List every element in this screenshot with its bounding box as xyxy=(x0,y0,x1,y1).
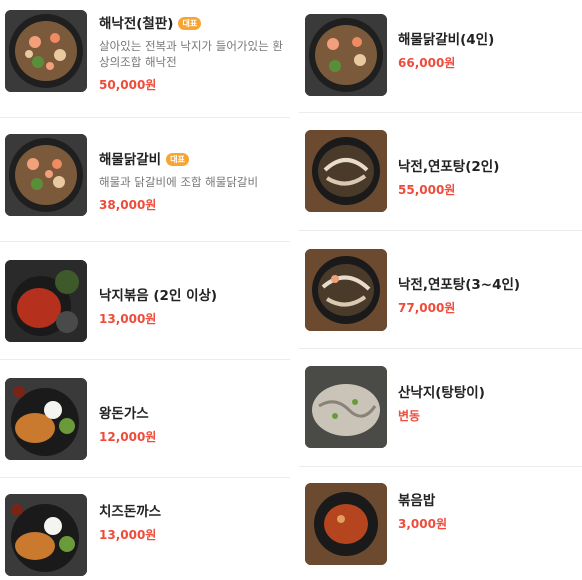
menu-item[interactable]: 산낙지(탕탕이) 변동 xyxy=(299,349,582,467)
menu-photo xyxy=(5,494,87,576)
menu-item-name: 낙전,연포탕(3~4인) xyxy=(398,277,521,293)
menu-item-description: 해물과 닭갈비에 조합 해물닭갈비 xyxy=(99,175,259,189)
menu-item-price: 55,000원 xyxy=(398,183,456,197)
menu-item[interactable]: 볶음밥 3,000원 xyxy=(299,467,582,580)
menu-item-price: 66,000원 xyxy=(398,56,456,70)
menu-item-name: 해물닭갈비 xyxy=(99,152,162,168)
menu-item-name: 낙지볶음 (2인 이상) xyxy=(99,288,218,304)
menu-photo xyxy=(5,134,87,216)
menu-photo xyxy=(305,14,387,96)
menu-item[interactable]: 낙전,연포탕(3~4인) 77,000원 xyxy=(299,231,582,349)
menu-item[interactable]: 왕돈가스 12,000원 xyxy=(0,360,290,478)
menu-photo xyxy=(5,260,87,342)
menu-item[interactable]: 치즈돈까스 13,000원 xyxy=(0,478,290,580)
menu-photo xyxy=(305,483,387,565)
menu-photo xyxy=(5,10,87,92)
menu-item-name: 볶음밥 xyxy=(398,493,436,509)
menu-item-price: 3,000원 xyxy=(398,517,447,531)
menu-item-name: 해물닭갈비(4인) xyxy=(398,32,495,48)
menu-photo xyxy=(5,378,87,460)
menu-item-name: 해낙전(철판) xyxy=(99,16,174,32)
menu-item-price: 77,000원 xyxy=(398,301,456,315)
menu-item-name: 낙전,연포탕(2인) xyxy=(398,159,500,175)
menu-item-price: 12,000원 xyxy=(99,430,157,444)
menu-item[interactable]: 낙전,연포탕(2인) 55,000원 xyxy=(299,113,582,231)
menu-item[interactable]: 낙지볶음 (2인 이상) 13,000원 xyxy=(0,242,290,360)
menu-item[interactable]: 해낙전(철판) 대표 살아있는 전복과 낙지가 들어가있는 환상의조합 해낙전 5… xyxy=(0,0,290,118)
menu-item-price: 50,000원 xyxy=(99,78,157,92)
menu-item-name: 산낙지(탕탕이) xyxy=(398,385,485,401)
menu-grid: 해낙전(철판) 대표 살아있는 전복과 낙지가 들어가있는 환상의조합 해낙전 5… xyxy=(0,0,582,580)
menu-item-name: 치즈돈까스 xyxy=(99,504,162,520)
signature-badge: 대표 xyxy=(178,17,202,30)
menu-item-price: 13,000원 xyxy=(99,528,157,542)
menu-item-description: 살아있는 전복과 낙지가 들어가있는 환상의조합 해낙전 xyxy=(99,39,283,69)
menu-item-name: 왕돈가스 xyxy=(99,406,149,422)
signature-badge: 대표 xyxy=(166,153,189,166)
menu-photo xyxy=(305,249,387,331)
menu-item-price: 변동 xyxy=(398,409,421,423)
menu-item[interactable]: 해물닭갈비 대표 해물과 닭갈비에 조합 해물닭갈비 38,000원 xyxy=(0,118,290,242)
menu-column-left: 해낙전(철판) 대표 살아있는 전복과 낙지가 들어가있는 환상의조합 해낙전 5… xyxy=(0,0,290,580)
menu-item-price: 38,000원 xyxy=(99,198,157,212)
menu-item[interactable]: 해물닭갈비(4인) 66,000원 xyxy=(299,0,582,113)
menu-photo xyxy=(305,130,387,212)
menu-photo xyxy=(305,366,387,448)
menu-column-right: 해물닭갈비(4인) 66,000원 낙전,연포탕(2인) 55,000원 낙전,… xyxy=(299,0,582,580)
menu-item-price: 13,000원 xyxy=(99,312,157,326)
